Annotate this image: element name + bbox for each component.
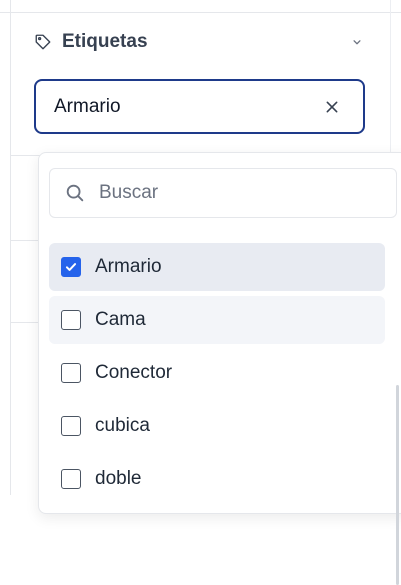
- scrollbar[interactable]: [396, 385, 399, 585]
- tags-dropdown: Armario Cama Conector cubica doble: [38, 152, 401, 585]
- divider: [10, 322, 40, 323]
- search-box[interactable]: [49, 168, 397, 218]
- tag-select-field[interactable]: Armario: [34, 79, 365, 134]
- tag-icon: [34, 33, 52, 51]
- selected-tag-value: Armario: [54, 95, 121, 117]
- option-doble[interactable]: doble: [49, 455, 385, 503]
- checkbox[interactable]: [61, 363, 81, 383]
- checkbox-checked[interactable]: [61, 257, 81, 277]
- divider: [10, 240, 40, 241]
- option-list: Armario Cama Conector cubica doble: [49, 243, 385, 508]
- section-title: Etiquetas: [62, 31, 148, 52]
- divider: [390, 0, 391, 160]
- option-label: Armario: [95, 256, 162, 277]
- option-label: cubica: [95, 415, 150, 436]
- close-icon[interactable]: [322, 97, 342, 117]
- option-conector[interactable]: Conector: [49, 349, 385, 397]
- search-input[interactable]: [99, 182, 382, 204]
- checkbox[interactable]: [61, 310, 81, 330]
- divider: [0, 12, 401, 13]
- search-icon: [64, 182, 86, 204]
- divider: [10, 0, 11, 495]
- option-cubica[interactable]: cubica: [49, 402, 385, 450]
- divider: [10, 155, 40, 156]
- checkbox[interactable]: [61, 416, 81, 436]
- tags-section-header[interactable]: Etiquetas: [34, 26, 370, 58]
- option-armario[interactable]: Armario: [49, 243, 385, 291]
- option-cama[interactable]: Cama: [49, 296, 385, 344]
- option-label: Conector: [95, 362, 173, 383]
- chevron-down-icon[interactable]: [350, 35, 364, 49]
- option-label: doble: [95, 468, 142, 489]
- option-label: Cama: [95, 309, 146, 330]
- checkbox[interactable]: [61, 469, 81, 489]
